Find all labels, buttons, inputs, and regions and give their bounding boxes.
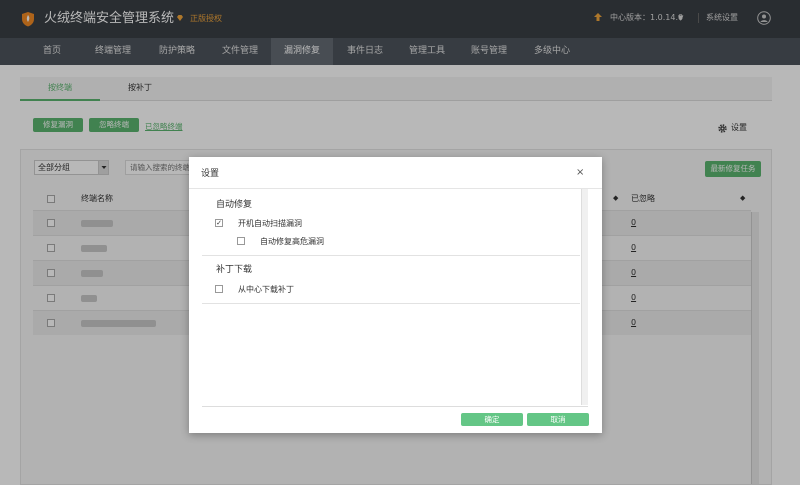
auto-scan-label[interactable]: 开机自动扫描漏洞 — [238, 218, 302, 229]
dialog-scrollbar[interactable] — [581, 189, 588, 405]
dialog-body: 自动修复 ✓ 开机自动扫描漏洞 自动修复高危漏洞 补丁下载 从中心下载补丁 — [202, 189, 588, 407]
dialog-title: 设置 — [201, 169, 220, 179]
divider — [202, 255, 580, 256]
close-icon[interactable]: × — [576, 167, 584, 179]
section-title-auto-fix: 自动修复 — [216, 200, 253, 210]
settings-dialog: 设置 × 自动修复 ✓ 开机自动扫描漏洞 自动修复高危漏洞 补丁下载 从中心下载… — [189, 157, 602, 433]
section-title-patch-download: 补丁下载 — [216, 265, 253, 275]
cancel-button[interactable]: 取消 — [527, 413, 589, 426]
divider — [202, 303, 580, 304]
auto-fix-high-risk-checkbox[interactable] — [237, 237, 245, 245]
auto-fix-high-risk-label[interactable]: 自动修复高危漏洞 — [260, 236, 324, 247]
auto-scan-checkbox[interactable]: ✓ — [215, 219, 223, 227]
confirm-button[interactable]: 确定 — [461, 413, 523, 426]
download-from-center-checkbox[interactable] — [215, 285, 223, 293]
download-from-center-label[interactable]: 从中心下载补丁 — [238, 284, 294, 295]
